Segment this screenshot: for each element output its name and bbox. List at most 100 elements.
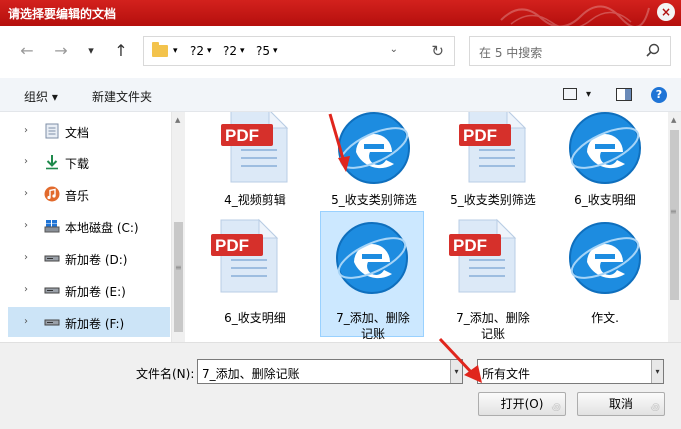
dialog-footer: 文件名(N): 7_添加、删除记账 ▾ 所有文件 ▾ 打开(O) ꩜ 取消 ꩜ (0, 342, 681, 429)
sidebar-item-label: 文档 (65, 126, 90, 140)
open-button[interactable]: 打开(O) ꩜ (478, 392, 566, 416)
chevron-right-icon[interactable]: › (24, 252, 28, 263)
breadcrumb-3[interactable]: ?5 (256, 44, 270, 58)
breadcrumb-chevron[interactable]: ▾ (173, 46, 178, 56)
pdf-badge: PDF (215, 236, 249, 255)
file-item[interactable]: 作文. (553, 212, 657, 338)
file-list-scrollbar[interactable]: ▲ ≡ (668, 112, 681, 342)
navigation-bar: ← → ▾ ↑ ▾ ?2 ▾ ?2 ▾ ?5 ▾ ⌄ ↻ 在 5 中搜索 (0, 26, 681, 78)
title-decoration (500, 5, 650, 26)
pdf-badge: PDF (453, 236, 487, 255)
command-toolbar: 组织 ▾ 新建文件夹 ▾ ? (0, 78, 681, 112)
help-icon[interactable]: ? (651, 87, 667, 103)
view-mode-dropdown-icon[interactable]: ▾ (586, 89, 591, 100)
window-title: 请选择要编辑的文档 (8, 7, 117, 21)
ie-file-icon (569, 112, 641, 184)
sidebar-item-label: 新加卷 (F:) (65, 317, 125, 331)
file-item[interactable]: PDF 4_视频剪辑 (203, 112, 307, 216)
cancel-button[interactable]: 取消 ꩜ (577, 392, 665, 416)
file-item[interactable]: 6_收支明细 (553, 112, 657, 216)
windows-drive-icon (44, 220, 60, 233)
document-icon (45, 123, 59, 139)
view-mode-icon[interactable] (563, 88, 577, 100)
back-button[interactable]: ← (16, 40, 38, 62)
close-button[interactable]: × (657, 3, 675, 21)
drive-icon (44, 255, 60, 262)
file-name: 5_收支类别筛选 (450, 193, 536, 207)
file-item[interactable]: PDF 7_添加、删除记账 (441, 212, 545, 341)
file-item-selected[interactable]: 7_添加、删除记账 (320, 211, 424, 341)
sidebar-item-music[interactable]: › 音乐 (8, 179, 170, 209)
recent-locations-button[interactable]: ▾ (80, 40, 102, 62)
swirl-decoration-icon: ꩜ (551, 402, 562, 413)
pdf-file-icon (221, 112, 289, 183)
sidebar-scrollbar[interactable]: ▲ ≡ (171, 112, 185, 342)
file-item[interactable]: PDF 6_收支明细 (203, 212, 307, 338)
preview-pane-icon[interactable] (616, 88, 632, 101)
filetype-dropdown-icon[interactable]: ▾ (651, 360, 663, 383)
sidebar-item-label: 音乐 (65, 189, 90, 203)
sidebar-item-drive-f[interactable]: › 新加卷 (F:) (8, 307, 170, 337)
chevron-right-icon[interactable]: › (24, 220, 28, 231)
file-item[interactable]: PDF 5_收支类别筛选 (441, 112, 545, 216)
file-name: 6_收支明细 (224, 311, 286, 325)
sidebar-item-downloads[interactable]: › 下载 (8, 147, 170, 177)
ie-file-icon (569, 222, 641, 294)
breadcrumb-chevron[interactable]: ▾ (273, 46, 278, 56)
scroll-up-icon[interactable]: ▲ (671, 116, 676, 124)
sidebar-item-label: 下载 (65, 157, 90, 171)
title-bar: 请选择要编辑的文档 × (0, 0, 681, 26)
chevron-right-icon[interactable]: › (24, 316, 28, 327)
file-name: 7_添加、删除记账 (336, 311, 410, 341)
breadcrumb-2[interactable]: ?2 (223, 44, 237, 58)
ie-file-icon (336, 222, 408, 294)
chevron-right-icon[interactable]: › (24, 188, 28, 199)
refresh-icon[interactable]: ↻ (431, 42, 444, 60)
chevron-right-icon[interactable]: › (24, 284, 28, 295)
file-name: 5_收支类别筛选 (331, 193, 417, 207)
drive-icon (44, 287, 60, 294)
folder-icon (152, 42, 168, 57)
chevron-right-icon[interactable]: › (24, 125, 28, 136)
sidebar-item-drive-e[interactable]: › 新加卷 (E:) (8, 275, 170, 305)
breadcrumb-chevron[interactable]: ▾ (240, 46, 245, 56)
sidebar-item-drive-c[interactable]: › 本地磁盘 (C:) (8, 211, 170, 241)
address-dropdown-icon[interactable]: ⌄ (390, 44, 398, 55)
address-bar[interactable]: ▾ ?2 ▾ ?2 ▾ ?5 ▾ ⌄ ↻ (143, 36, 455, 66)
pdf-badge: PDF (225, 126, 259, 145)
file-list: PDF 4_视频剪辑 5_收支类别筛选 PDF 5_收支类别筛选 6_收支明细 … (186, 112, 668, 342)
download-icon (46, 155, 58, 170)
search-placeholder: 在 5 中搜索 (479, 46, 543, 60)
scroll-thumb[interactable] (174, 222, 183, 332)
cancel-button-label: 取消 (608, 397, 633, 411)
new-folder-button[interactable]: 新建文件夹 (92, 88, 152, 105)
organize-button[interactable]: 组织 ▾ (24, 88, 58, 105)
sidebar-item-label: 本地磁盘 (C:) (65, 221, 139, 235)
forward-button[interactable]: → (50, 40, 72, 62)
scroll-grip-icon: ≡ (175, 263, 182, 272)
sidebar-item-documents[interactable]: › 文档 (8, 116, 170, 146)
sidebar-item-label: 新加卷 (D:) (65, 253, 128, 267)
breadcrumb-1[interactable]: ?2 (190, 44, 204, 58)
chevron-right-icon[interactable]: › (24, 156, 28, 167)
up-button[interactable]: ↑ (110, 40, 132, 62)
scroll-up-icon[interactable]: ▲ (175, 116, 180, 124)
filename-value[interactable]: 7_添加、删除记账 (202, 365, 300, 382)
annotation-arrow (438, 337, 482, 383)
open-button-label: 打开(O) (500, 397, 544, 411)
swirl-decoration-icon: ꩜ (650, 402, 661, 413)
sidebar-item-drive-d[interactable]: › 新加卷 (D:) (8, 243, 170, 273)
search-icon[interactable] (646, 43, 660, 57)
breadcrumb-chevron[interactable]: ▾ (207, 46, 212, 56)
drive-icon (44, 319, 60, 326)
filename-input[interactable]: 7_添加、删除记账 ▾ (197, 359, 463, 384)
file-name: 6_收支明细 (574, 193, 636, 207)
pdf-badge: PDF (463, 126, 497, 145)
filetype-value: 所有文件 (482, 367, 531, 381)
search-box[interactable]: 在 5 中搜索 (469, 36, 671, 66)
scroll-grip-icon: ≡ (670, 207, 677, 216)
navigation-pane: › 文档 › 下载 › 音乐 › 本地磁盘 (C:) › 新加卷 (D:) › … (0, 112, 170, 342)
annotation-arrow (328, 113, 350, 172)
filetype-select[interactable]: 所有文件 ▾ (477, 359, 664, 384)
file-name: 作文. (591, 311, 619, 325)
